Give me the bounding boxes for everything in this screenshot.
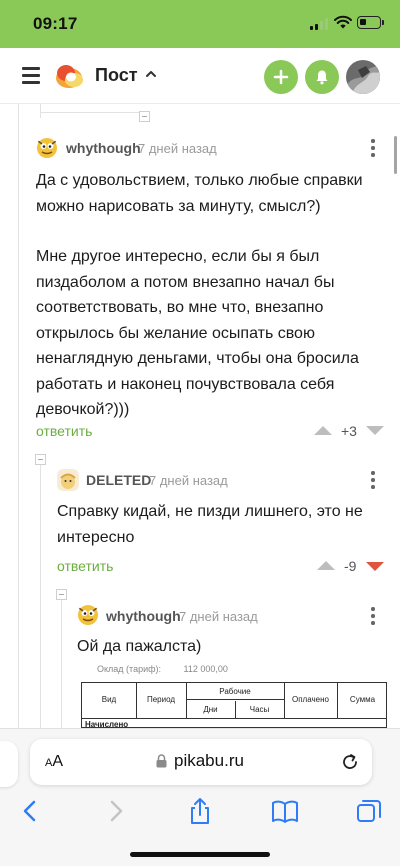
more-options-icon[interactable]: [368, 607, 378, 625]
thread-line: [18, 104, 19, 728]
battery-icon: [357, 16, 381, 29]
pikabu-logo[interactable]: [54, 60, 86, 90]
downvote-button[interactable]: [366, 562, 384, 571]
tabs-icon[interactable]: [355, 797, 383, 825]
comment-text: Справку кидай, не пизди лишнего, это не …: [57, 499, 382, 550]
comment-rating: -9: [344, 558, 357, 574]
home-indicator: [130, 852, 270, 857]
table-subheader: Дни: [203, 705, 218, 714]
table-subheader: Часы: [249, 705, 270, 714]
document-top-label: Оклад (тариф): 112 000,00: [97, 664, 228, 674]
reader-settings-button[interactable]: AA: [45, 753, 63, 771]
table-header: Период: [146, 695, 176, 704]
table-header: Вид: [101, 695, 117, 704]
scroll-indicator[interactable]: [394, 136, 397, 174]
document-top-left: Оклад (тариф):: [97, 664, 162, 674]
share-icon[interactable]: [186, 797, 214, 825]
thread-line: [40, 104, 41, 118]
address-bar[interactable]: AA pikabu.ru: [30, 739, 372, 785]
upvote-button[interactable]: [314, 426, 332, 435]
downvote-button[interactable]: [366, 426, 384, 435]
comment-text: Да с удовольствием, только любые справки…: [36, 168, 386, 423]
comment-rating: +3: [341, 423, 357, 439]
table-divider: [82, 718, 387, 719]
table-divider: [186, 699, 284, 700]
comment-avatar[interactable]: [36, 137, 58, 159]
lock-icon: [156, 754, 167, 768]
url-text[interactable]: pikabu.ru: [174, 751, 244, 771]
reply-button[interactable]: ответить: [57, 558, 113, 574]
collapse-button[interactable]: [35, 454, 46, 465]
forward-icon[interactable]: [102, 797, 130, 825]
add-post-button[interactable]: [264, 60, 298, 94]
bell-icon: [316, 70, 328, 85]
notifications-button[interactable]: [305, 60, 339, 94]
comment-author[interactable]: whythough: [66, 140, 141, 156]
chevron-up-icon[interactable]: [145, 68, 157, 80]
plus-icon: [273, 69, 289, 85]
app-header: Пост: [0, 48, 400, 104]
document-top-right: 112 000,00: [183, 664, 228, 674]
status-bar: 09:17: [0, 0, 400, 48]
more-options-icon[interactable]: [368, 139, 378, 157]
reply-button[interactable]: ответить: [36, 423, 92, 439]
reload-icon[interactable]: [340, 752, 360, 772]
more-options-icon[interactable]: [368, 471, 378, 489]
comment-time[interactable]: 7 дней назад: [138, 141, 217, 156]
comment-paragraph: Мне другое интересно, если бы я был пизд…: [36, 248, 359, 418]
page-title[interactable]: Пост: [95, 65, 138, 86]
menu-icon[interactable]: [22, 67, 40, 84]
upvote-button[interactable]: [317, 561, 335, 570]
wifi-icon: [334, 15, 352, 29]
comment-time[interactable]: 7 дней назад: [179, 609, 258, 624]
document-table: Вид Период Рабочие Дни Часы Оплачено Сум…: [81, 682, 387, 728]
comment-avatar[interactable]: [57, 469, 79, 491]
comment-time[interactable]: 7 дней назад: [149, 473, 228, 488]
back-icon[interactable]: [16, 797, 44, 825]
aa-large: A: [52, 753, 64, 770]
comment-paragraph: Ой да пажалста): [77, 638, 202, 655]
thread-line: [40, 462, 41, 728]
comment-author[interactable]: whythough: [106, 608, 181, 624]
browser-toolbar: AA pikabu.ru: [0, 728, 400, 866]
comment-text: Ой да пажалста): [77, 634, 377, 660]
battery-cap: [382, 20, 384, 25]
user-avatar[interactable]: [346, 60, 380, 94]
comment-paragraph: Да с удовольствием, только любые справки…: [36, 172, 363, 215]
comment-avatar[interactable]: [77, 604, 99, 626]
attached-document-image[interactable]: Оклад (тариф): 112 000,00 Вид Период Раб…: [77, 664, 387, 728]
collapse-button[interactable]: [56, 589, 67, 600]
bookmarks-icon[interactable]: [271, 797, 299, 825]
table-header: Рабочие: [219, 687, 251, 696]
thread-connector: [40, 112, 140, 113]
comment-author[interactable]: DELETED: [86, 472, 151, 488]
table-row-label: Начислено: [85, 720, 129, 728]
table-header: Оплачено: [292, 695, 329, 704]
previous-tab-pill[interactable]: [0, 741, 18, 787]
collapse-button[interactable]: [139, 111, 150, 122]
status-time: 09:17: [33, 14, 78, 33]
comment-paragraph: Справку кидай, не пизди лишнего, это не …: [57, 503, 363, 546]
thread-line: [61, 590, 62, 728]
table-header: Сумма: [349, 695, 376, 704]
signal-icon: [310, 18, 330, 30]
